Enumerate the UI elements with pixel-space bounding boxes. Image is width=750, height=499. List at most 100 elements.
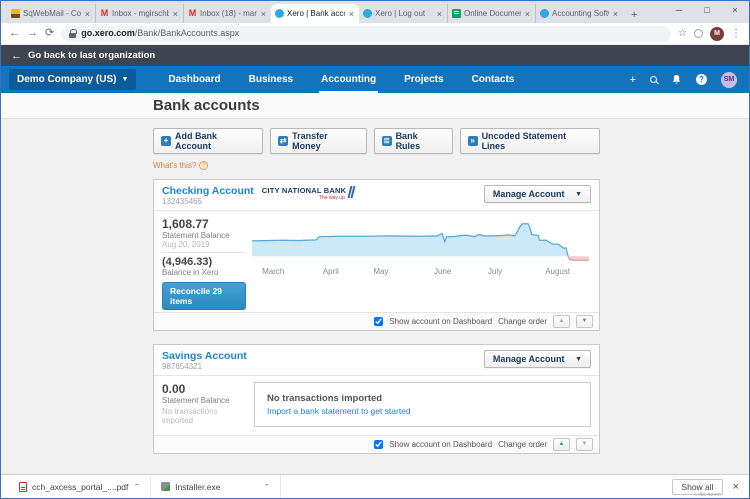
bank-rules-button[interactable]: ≣ Bank Rules: [373, 128, 453, 154]
reconcile-button[interactable]: Reconcile 29 items: [162, 282, 246, 310]
minimize-button[interactable]: ─: [665, 1, 693, 19]
tab-title: Online Document Stora: [464, 9, 521, 18]
browser-window: SqWebMail - Copyright × M Inbox - mgirsc…: [0, 0, 750, 499]
bank-logo-bars-icon: [347, 186, 356, 201]
go-back-label: Go back to last organization: [28, 50, 156, 61]
tab-sqwebmail[interactable]: SqWebMail - Copyright ×: [7, 4, 95, 23]
document-icon: [452, 9, 461, 18]
browser-toolbar: ← → ⟳ go.xero.com/Bank/BankAccounts.aspx…: [1, 23, 749, 45]
nav-item-dashboard[interactable]: Dashboard: [154, 66, 234, 93]
transfer-money-button[interactable]: ⇄ Transfer Money: [270, 128, 367, 154]
help-smiley-icon: ?: [199, 161, 209, 170]
change-order-label: Change order: [498, 317, 547, 326]
page-header: Bank accounts: [1, 93, 749, 119]
show-on-dashboard-label: Show account on Dashboard: [389, 440, 493, 449]
org-name: Demo Company (US): [17, 74, 117, 85]
notifications-bell-icon[interactable]: [671, 74, 682, 85]
maximize-button[interactable]: □: [693, 1, 721, 19]
org-bar[interactable]: ← Go back to last organization: [1, 45, 749, 66]
tab-close-icon[interactable]: ×: [348, 9, 355, 19]
xero-nav: Demo Company (US) ▼ Dashboard Business A…: [1, 66, 749, 93]
nav-item-business[interactable]: Business: [235, 66, 307, 93]
back-button[interactable]: ←: [9, 28, 20, 39]
chevron-down-icon: ▼: [121, 76, 129, 83]
move-down-button[interactable]: ▼: [576, 315, 593, 328]
chevron-up-icon[interactable]: ⌃: [263, 483, 270, 490]
tab-xero-logout[interactable]: Xero | Log out ×: [359, 4, 447, 23]
import-statement-box: No transactions imported Import a bank s…: [254, 382, 591, 427]
help-icon[interactable]: ?: [696, 74, 707, 85]
move-up-button[interactable]: ▲: [553, 315, 570, 328]
sqwebmail-icon: [11, 9, 20, 18]
whats-this-link[interactable]: What's this? ?: [153, 161, 600, 170]
account-name-link[interactable]: Checking Account: [162, 185, 254, 197]
checking-account-card: Checking Account 132435465 CITY NATIONAL…: [153, 179, 600, 331]
manage-account-button[interactable]: Manage Account ▼: [483, 350, 591, 368]
nav-item-accounting[interactable]: Accounting: [307, 66, 390, 93]
tab-close-icon[interactable]: ×: [524, 9, 531, 19]
show-on-dashboard-checkbox[interactable]: [374, 317, 384, 326]
tab-online-docs[interactable]: Online Document Stora ×: [447, 4, 535, 23]
savings-account-card: Savings Account 987654321 Manage Account…: [153, 344, 600, 454]
browser-menu-icon[interactable]: ⋮: [731, 28, 741, 39]
page-body: + Add Bank Account ⇄ Transfer Money ≣ Ba…: [1, 119, 749, 474]
download-item-pdf[interactable]: cch_axcess_portal_....pdf ⌃: [9, 475, 152, 498]
user-avatar[interactable]: SM: [721, 71, 737, 88]
download-bar-close-icon[interactable]: ×: [733, 481, 739, 493]
close-button[interactable]: ×: [721, 1, 749, 19]
chevron-down-icon: ▼: [575, 355, 582, 363]
transfer-arrows-icon: ⇄: [278, 136, 289, 146]
bookmark-star-icon[interactable]: ☆: [678, 28, 687, 39]
add-bank-account-button[interactable]: + Add Bank Account: [153, 128, 264, 154]
reload-button[interactable]: ⟳: [45, 28, 54, 39]
tab-close-icon[interactable]: ×: [84, 9, 91, 19]
show-on-dashboard-label: Show account on Dashboard: [389, 317, 493, 326]
gmail-icon: M: [100, 8, 109, 18]
search-icon[interactable]: [650, 76, 657, 83]
tab-title: SqWebMail - Copyright: [23, 9, 81, 18]
statement-date: Aug 20, 2019: [162, 240, 210, 249]
tab-title: Inbox - mgirschbock@: [112, 9, 169, 18]
uncoded-statement-lines-button[interactable]: » Uncoded Statement Lines: [459, 128, 600, 154]
xero-icon: [540, 9, 549, 18]
move-down-button[interactable]: ▼: [576, 438, 593, 451]
statement-balance-value: 1,608.77: [162, 217, 209, 231]
chevron-up-icon[interactable]: ⌃: [133, 483, 140, 490]
tab-accounting-software[interactable]: Accounting Software - ×: [535, 4, 623, 23]
browser-profile-avatar[interactable]: M: [710, 26, 724, 41]
statement-lines-icon: »: [467, 136, 478, 146]
nav-item-contacts[interactable]: Contacts: [458, 66, 529, 93]
xero-icon: [363, 9, 372, 18]
add-icon[interactable]: +: [630, 74, 636, 86]
no-transactions-title: No transactions imported: [267, 393, 383, 404]
tab-xero-bank-accounts[interactable]: Xero | Bank accounts | D ×: [271, 4, 359, 23]
balance-chart: [252, 217, 589, 267]
extension-icon[interactable]: [694, 29, 703, 38]
pdf-file-icon: [19, 481, 27, 492]
account-name-link[interactable]: Savings Account: [162, 350, 247, 362]
nav-item-projects[interactable]: Projects: [390, 66, 457, 93]
tab-close-icon[interactable]: ×: [172, 9, 179, 19]
tab-close-icon[interactable]: ×: [612, 9, 619, 19]
import-statement-link[interactable]: Import a bank statement to get started: [267, 406, 578, 416]
tab-title: Xero | Bank accounts | D: [287, 9, 345, 18]
forward-button[interactable]: →: [27, 28, 38, 39]
tab-title: Accounting Software -: [552, 9, 609, 18]
manage-account-button[interactable]: Manage Account ▼: [483, 185, 591, 203]
show-on-dashboard-checkbox[interactable]: [374, 440, 384, 449]
tab-inbox-2[interactable]: M Inbox (18) - marygirsch ×: [183, 4, 271, 23]
page-title: Bank accounts: [153, 97, 260, 114]
window-controls: ─ □ ×: [665, 1, 749, 19]
tab-close-icon[interactable]: ×: [436, 9, 443, 19]
tab-title: Inbox (18) - marygirsch: [200, 9, 257, 18]
address-bar[interactable]: go.xero.com/Bank/BankAccounts.aspx: [61, 25, 672, 42]
org-switcher[interactable]: Demo Company (US) ▼: [9, 69, 137, 90]
move-up-button[interactable]: ▲: [553, 438, 570, 451]
account-number: 132435465: [162, 197, 203, 206]
tab-inbox-1[interactable]: M Inbox - mgirschbock@ ×: [95, 4, 183, 23]
download-file-name: cch_axcess_portal_....pdf: [32, 481, 129, 492]
new-tab-button[interactable]: +: [623, 9, 645, 23]
tab-close-icon[interactable]: ×: [260, 9, 267, 19]
download-item-exe[interactable]: Installer.exe ⌃: [151, 475, 282, 498]
nav-items: Dashboard Business Accounting Projects C…: [154, 66, 528, 93]
